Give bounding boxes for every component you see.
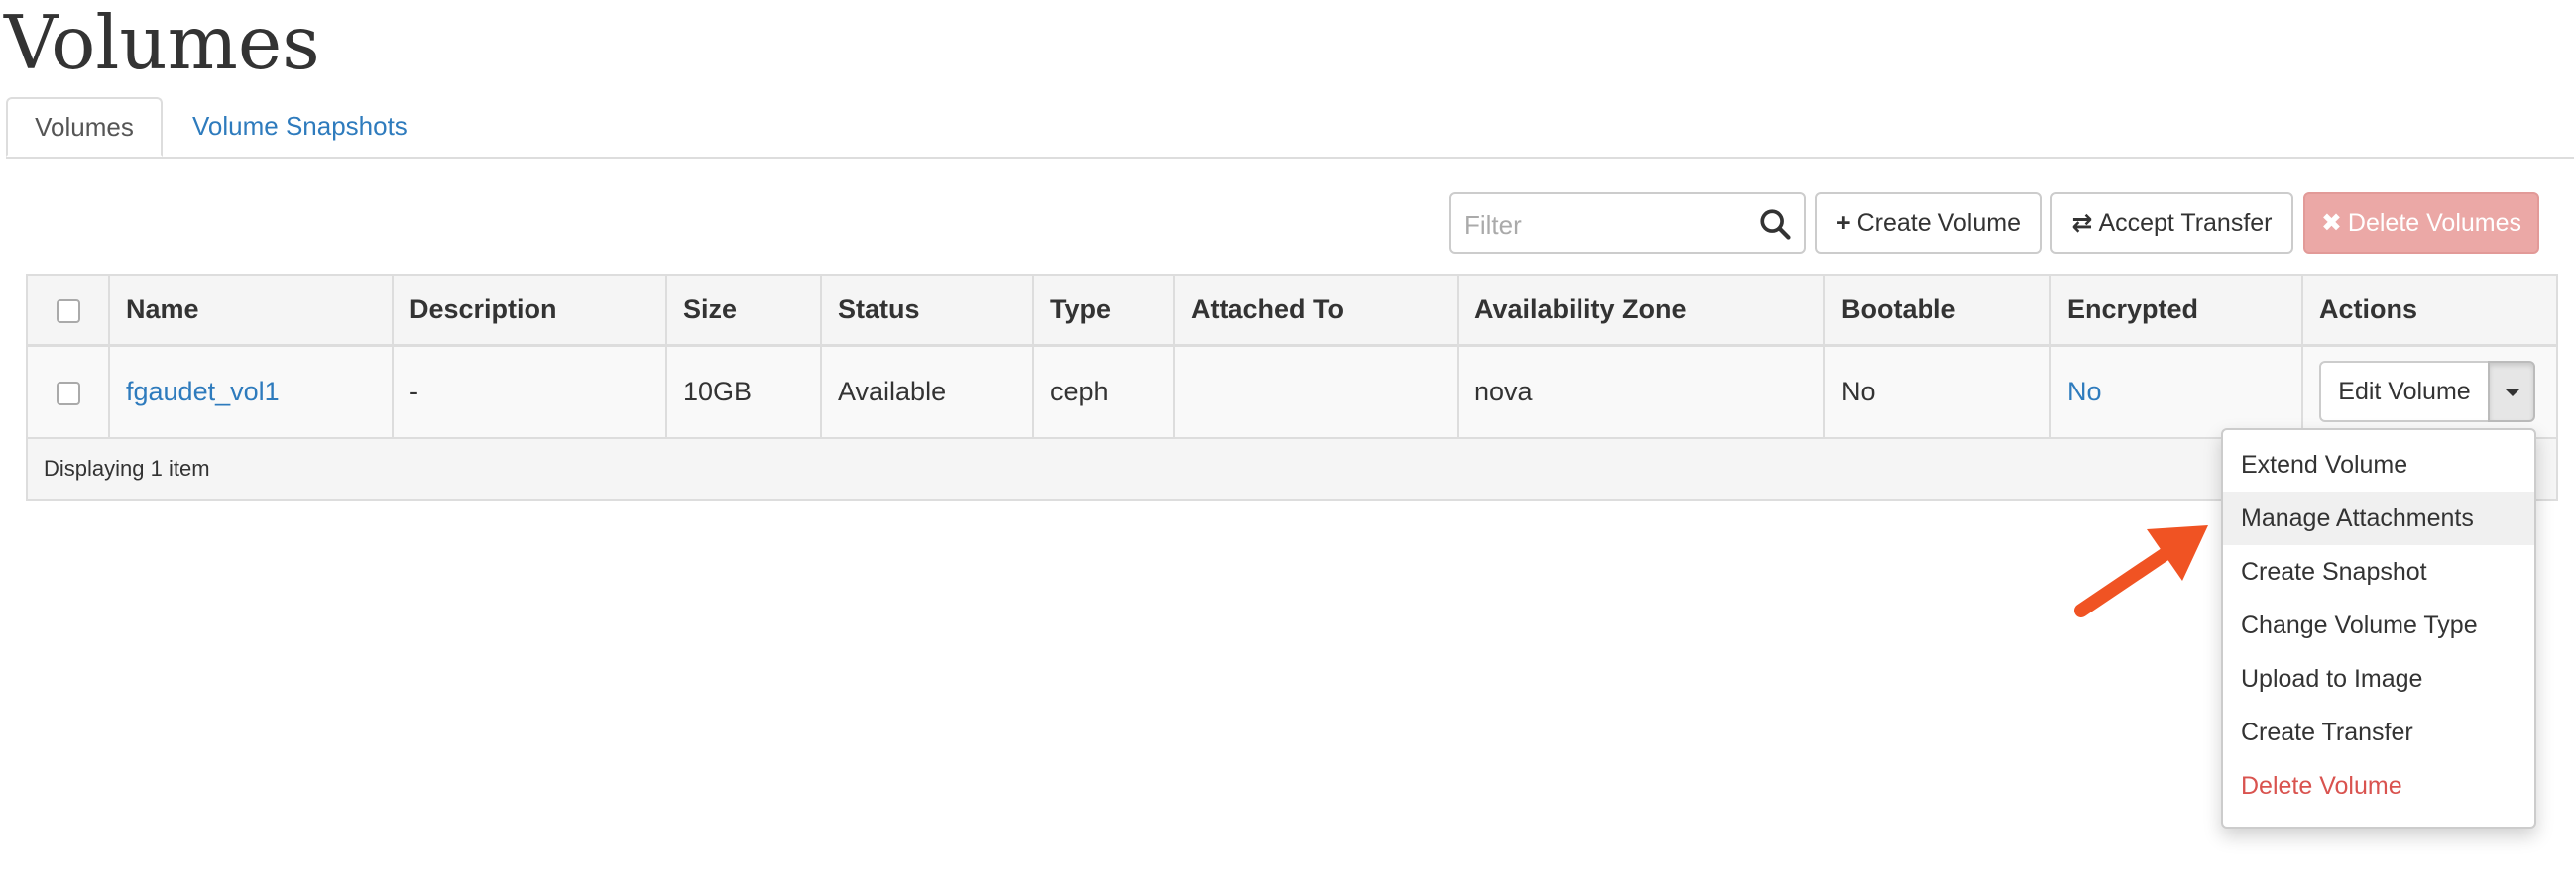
column-header-actions: Actions [2301,276,2556,347]
volume-encrypted-link[interactable]: No [2067,377,2102,406]
table-row: fgaudet_vol1 - 10GB Available ceph nova … [28,345,2556,439]
menu-item-manage-attachments[interactable]: Manage Attachments [2223,492,2534,545]
volume-description: - [392,345,666,439]
tab-volumes[interactable]: Volumes [6,97,163,157]
edit-volume-button[interactable]: Edit Volume [2319,361,2490,423]
delete-volumes-label: Delete Volumes [2347,209,2522,237]
column-header-encrypted[interactable]: Encrypted [2049,276,2302,347]
column-header-attached-to[interactable]: Attached To [1173,276,1458,347]
action-button-group: Edit Volume [2319,361,2535,423]
filter-input[interactable] [1463,204,1744,246]
actions-dropdown-toggle[interactable] [2488,361,2535,423]
tab-volume-snapshots[interactable]: Volume Snapshots [192,97,408,155]
menu-item-upload-to-image[interactable]: Upload to Image [2223,652,2534,706]
delete-volumes-button[interactable]: ✖ Delete Volumes [2303,192,2539,254]
chevron-down-icon [2505,389,2520,397]
volume-name-link[interactable]: fgaudet_vol1 [126,377,280,406]
tab-bar: Volumes Volume Snapshots [6,97,2574,159]
menu-item-create-snapshot[interactable]: Create Snapshot [2223,545,2534,599]
column-header-name[interactable]: Name [108,276,393,347]
create-volume-label: Create Volume [1856,209,2021,237]
volumes-table: Name Description Size Status Type Attach… [26,274,2558,501]
volume-status: Available [820,345,1033,439]
column-header-type[interactable]: Type [1032,276,1174,347]
accept-transfer-label: Accept Transfer [2098,209,2273,237]
annotation-arrow-icon [2074,525,2208,617]
volume-encrypted-cell: No [2049,345,2302,439]
filter-box [1449,192,1806,254]
volume-actions-cell: Edit Volume [2301,345,2556,439]
menu-item-extend-volume[interactable]: Extend Volume [2223,438,2534,492]
volume-type: ceph [1032,345,1174,439]
menu-item-delete-volume[interactable]: Delete Volume [2223,759,2534,813]
plus-icon: + [1836,209,1851,237]
column-header-bootable[interactable]: Bootable [1823,276,2050,347]
close-icon: ✖ [2320,209,2342,237]
volume-bootable: No [1823,345,2050,439]
page-title: Volumes [4,0,320,86]
volume-attached-to [1173,345,1458,439]
menu-item-change-volume-type[interactable]: Change Volume Type [2223,599,2534,652]
menu-item-create-transfer[interactable]: Create Transfer [2223,706,2534,759]
select-all-checkbox[interactable] [56,298,80,323]
row-select-cell [28,345,109,439]
volume-size: 10GB [665,345,821,439]
column-header-availability-zone[interactable]: Availability Zone [1457,276,1824,347]
row-checkbox[interactable] [56,381,80,405]
create-volume-button[interactable]: + Create Volume [1815,192,2042,254]
table-footer-row: Displaying 1 item [28,438,2556,501]
table-footer: Displaying 1 item [28,438,2556,501]
exchange-icon: ⇄ [2071,209,2093,237]
table-header-row: Name Description Size Status Type Attach… [28,276,2556,347]
accept-transfer-button[interactable]: ⇄ Accept Transfer [2050,192,2293,254]
column-header-description[interactable]: Description [392,276,666,347]
search-icon[interactable] [1758,207,1792,241]
volume-name-cell: fgaudet_vol1 [108,345,393,439]
volume-availability-zone: nova [1457,345,1824,439]
column-header-size[interactable]: Size [665,276,821,347]
column-header-status[interactable]: Status [820,276,1033,347]
actions-dropdown-menu: Extend Volume Manage Attachments Create … [2221,428,2536,829]
select-all-cell [28,276,109,347]
